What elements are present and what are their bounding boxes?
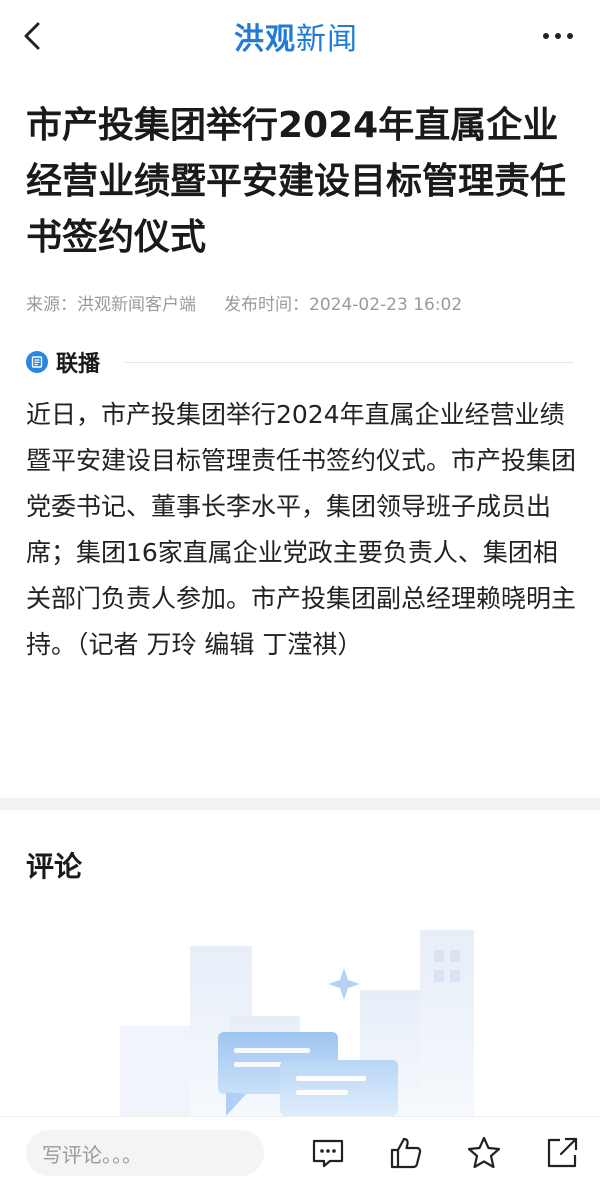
share-icon bbox=[547, 1137, 578, 1168]
star-icon bbox=[467, 1136, 501, 1169]
section-divider bbox=[124, 361, 574, 363]
comment-icon bbox=[312, 1139, 344, 1168]
comments-button[interactable] bbox=[310, 1135, 346, 1171]
chevron-left-icon bbox=[24, 22, 40, 50]
like-button[interactable] bbox=[388, 1135, 424, 1171]
logo-text-secondary: 新闻 bbox=[296, 22, 358, 57]
section-label: 联播 bbox=[56, 352, 101, 377]
comments-title: 评论 bbox=[26, 850, 83, 883]
thumb-up-icon bbox=[390, 1137, 422, 1169]
empty-comments-illustration bbox=[120, 930, 474, 1116]
article-title: 市产投集团举行2024年直属企业经营业绩暨平安建设目标管理责任书签约仪式 bbox=[26, 105, 567, 258]
content-divider bbox=[0, 798, 600, 810]
document-icon bbox=[26, 351, 48, 373]
article-meta: 来源：洪观新闻客户端 发布时间：2024-02-23 16:02 bbox=[26, 290, 586, 315]
publish-time: 发布时间：2024-02-23 16:02 bbox=[224, 295, 463, 315]
article-body: 近日，市产投集团举行2024年直属企业经营业绩暨平安建设目标管理责任书签约仪式。… bbox=[26, 400, 577, 659]
more-options-button[interactable] bbox=[538, 24, 578, 48]
bottom-action-bar: 写评论。。。 bbox=[0, 1116, 600, 1198]
app-logo: 洪观 新闻 bbox=[234, 16, 358, 57]
article-source: 来源：洪观新闻客户端 bbox=[26, 295, 196, 315]
logo-text-primary: 洪观 bbox=[234, 22, 296, 57]
section-header: 联播 bbox=[26, 346, 574, 378]
back-button[interactable] bbox=[18, 18, 50, 54]
more-dots-icon bbox=[543, 33, 573, 39]
comment-input[interactable]: 写评论。。。 bbox=[26, 1130, 264, 1176]
share-button[interactable] bbox=[544, 1135, 580, 1171]
top-nav-bar: 洪观 新闻 bbox=[0, 0, 600, 72]
favorite-button[interactable] bbox=[466, 1135, 502, 1171]
